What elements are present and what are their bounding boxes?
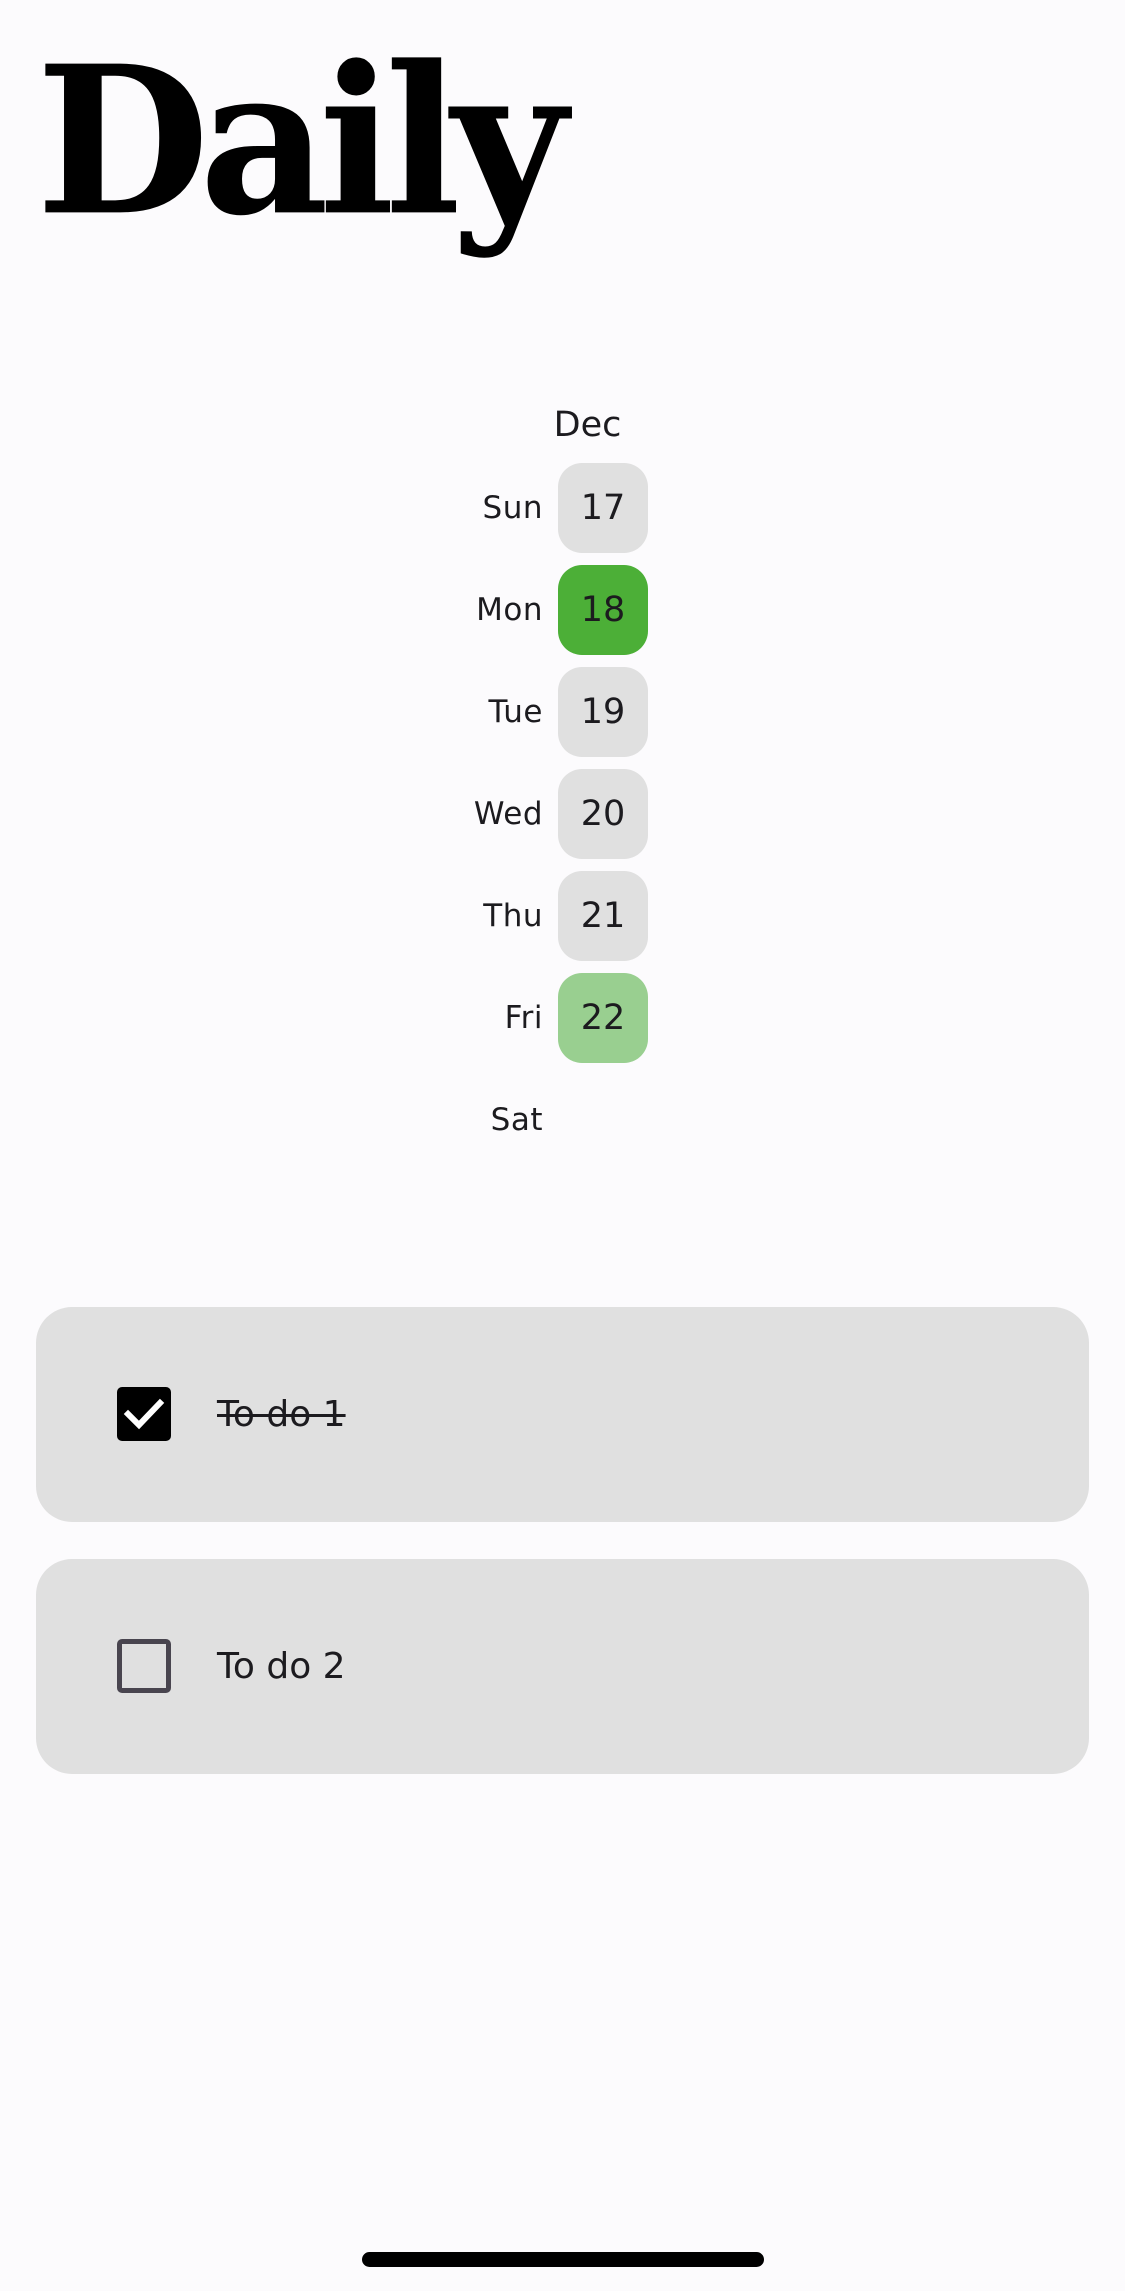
date-chip-22-today[interactable]: 22 xyxy=(558,973,648,1063)
weekday-label: Tue xyxy=(488,694,543,730)
date-chip-20[interactable]: 20 xyxy=(558,769,648,859)
checkmark-icon xyxy=(123,1398,165,1430)
todo-checkbox-unchecked[interactable] xyxy=(117,1639,171,1693)
weekday-label: Sun xyxy=(482,490,543,526)
todo-label: To do 2 xyxy=(217,1646,346,1687)
home-indicator[interactable] xyxy=(362,2252,764,2267)
day-row-sat: Sat xyxy=(0,1075,1125,1165)
day-row-sun: Sun 17 xyxy=(0,463,1125,553)
day-row-tue: Tue 19 xyxy=(0,667,1125,757)
day-row-wed: Wed 20 xyxy=(0,769,1125,859)
day-row-mon: Mon 18 xyxy=(0,565,1125,655)
weekday-label: Fri xyxy=(504,1000,543,1036)
date-chip-21[interactable]: 21 xyxy=(558,871,648,961)
month-label: Dec xyxy=(553,405,622,445)
todo-label: To do 1 xyxy=(217,1394,346,1435)
date-chip-19[interactable]: 19 xyxy=(558,667,648,757)
todo-checkbox-checked[interactable] xyxy=(117,1387,171,1441)
weekday-label: Wed xyxy=(473,796,543,832)
app-title: Daily xyxy=(36,21,567,262)
todo-item[interactable]: To do 2 xyxy=(36,1559,1089,1774)
weekday-label: Mon xyxy=(476,592,543,628)
weekday-label: Thu xyxy=(483,898,543,934)
weekday-label: Sat xyxy=(490,1102,543,1138)
todo-item[interactable]: To do 1 xyxy=(36,1307,1089,1522)
day-row-thu: Thu 21 xyxy=(0,871,1125,961)
day-row-fri: Fri 22 xyxy=(0,973,1125,1063)
date-chip-17[interactable]: 17 xyxy=(558,463,648,553)
date-chip-18-selected[interactable]: 18 xyxy=(558,565,648,655)
